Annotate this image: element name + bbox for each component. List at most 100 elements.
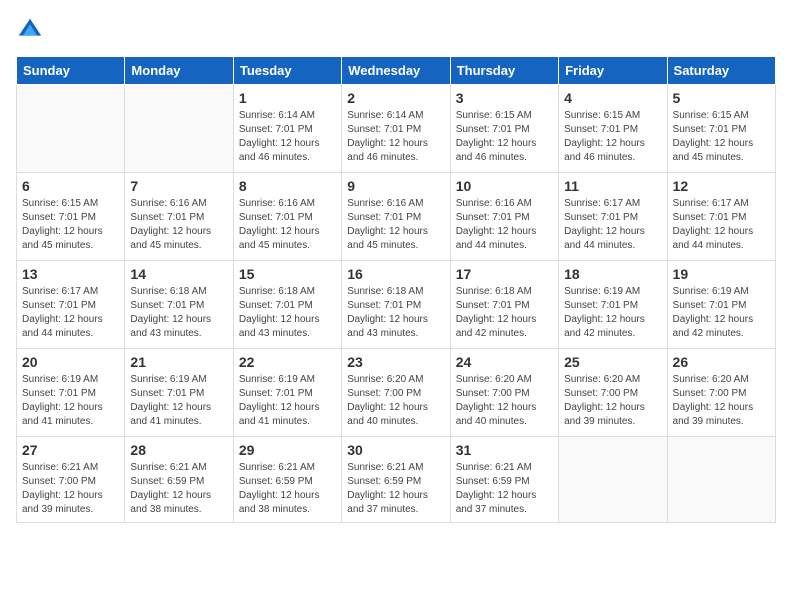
day-number: 13	[22, 266, 119, 282]
day-info: Sunrise: 6:17 AM Sunset: 7:01 PM Dayligh…	[564, 197, 661, 253]
calendar-day-cell: 16 Sunrise: 6:18 AM Sunset: 7:01 PM Dayli…	[342, 261, 450, 349]
day-info: Sunrise: 6:14 AM Sunset: 7:01 PM Dayligh…	[347, 109, 444, 165]
day-info: Sunrise: 6:15 AM Sunset: 7:01 PM Dayligh…	[673, 109, 770, 165]
day-info: Sunrise: 6:15 AM Sunset: 7:01 PM Dayligh…	[564, 109, 661, 165]
calendar-day-cell	[125, 85, 233, 173]
day-info: Sunrise: 6:17 AM Sunset: 7:01 PM Dayligh…	[673, 197, 770, 253]
calendar-day-cell: 8 Sunrise: 6:16 AM Sunset: 7:01 PM Daylig…	[233, 173, 341, 261]
day-number: 23	[347, 354, 444, 370]
day-number: 19	[673, 266, 770, 282]
day-info: Sunrise: 6:21 AM Sunset: 6:59 PM Dayligh…	[239, 461, 336, 517]
calendar-day-cell: 30Sunrise: 6:21 AM Sunset: 6:59 PM Dayli…	[342, 437, 450, 523]
weekday-header: Sunday	[17, 57, 125, 85]
calendar-day-cell: 24 Sunrise: 6:20 AM Sunset: 7:00 PM Dayli…	[450, 349, 558, 437]
logo-icon	[16, 16, 44, 44]
weekday-header: Friday	[559, 57, 667, 85]
day-info: Sunrise: 6:18 AM Sunset: 7:01 PM Dayligh…	[130, 285, 227, 341]
day-number: 29	[239, 442, 336, 458]
calendar-week-row: 13 Sunrise: 6:17 AM Sunset: 7:01 PM Dayli…	[17, 261, 776, 349]
calendar-day-cell: 23 Sunrise: 6:20 AM Sunset: 7:00 PM Dayli…	[342, 349, 450, 437]
day-number: 18	[564, 266, 661, 282]
day-number: 11	[564, 178, 661, 194]
logo	[16, 16, 48, 44]
day-number: 22	[239, 354, 336, 370]
day-info: Sunrise: 6:17 AM Sunset: 7:01 PM Dayligh…	[22, 285, 119, 341]
calendar-day-cell: 18 Sunrise: 6:19 AM Sunset: 7:01 PM Dayli…	[559, 261, 667, 349]
day-number: 21	[130, 354, 227, 370]
day-number: 20	[22, 354, 119, 370]
day-number: 4	[564, 90, 661, 106]
day-number: 28	[130, 442, 227, 458]
calendar-day-cell: 20Sunrise: 6:19 AM Sunset: 7:01 PM Dayli…	[17, 349, 125, 437]
day-info: Sunrise: 6:19 AM Sunset: 7:01 PM Dayligh…	[564, 285, 661, 341]
day-number: 25	[564, 354, 661, 370]
day-number: 12	[673, 178, 770, 194]
calendar-day-cell: 13 Sunrise: 6:17 AM Sunset: 7:01 PM Dayli…	[17, 261, 125, 349]
day-info: Sunrise: 6:21 AM Sunset: 7:00 PM Dayligh…	[22, 461, 119, 517]
day-number: 8	[239, 178, 336, 194]
day-info: Sunrise: 6:16 AM Sunset: 7:01 PM Dayligh…	[456, 197, 553, 253]
calendar-day-cell: 17Sunrise: 6:18 AM Sunset: 7:01 PM Dayli…	[450, 261, 558, 349]
day-number: 30	[347, 442, 444, 458]
calendar-day-cell: 28 Sunrise: 6:21 AM Sunset: 6:59 PM Dayli…	[125, 437, 233, 523]
weekday-header: Monday	[125, 57, 233, 85]
day-number: 14	[130, 266, 227, 282]
calendar-day-cell: 4 Sunrise: 6:15 AM Sunset: 7:01 PM Daylig…	[559, 85, 667, 173]
day-number: 3	[456, 90, 553, 106]
day-info: Sunrise: 6:16 AM Sunset: 7:01 PM Dayligh…	[130, 197, 227, 253]
day-number: 6	[22, 178, 119, 194]
day-number: 5	[673, 90, 770, 106]
calendar-day-cell: 27 Sunrise: 6:21 AM Sunset: 7:00 PM Dayli…	[17, 437, 125, 523]
day-info: Sunrise: 6:19 AM Sunset: 7:01 PM Dayligh…	[130, 373, 227, 429]
calendar-day-cell: 6 Sunrise: 6:15 AM Sunset: 7:01 PM Daylig…	[17, 173, 125, 261]
day-info: Sunrise: 6:20 AM Sunset: 7:00 PM Dayligh…	[673, 373, 770, 429]
calendar-day-cell: 5 Sunrise: 6:15 AM Sunset: 7:01 PM Daylig…	[667, 85, 775, 173]
day-info: Sunrise: 6:19 AM Sunset: 7:01 PM Dayligh…	[673, 285, 770, 341]
calendar-day-cell: 14 Sunrise: 6:18 AM Sunset: 7:01 PM Dayli…	[125, 261, 233, 349]
day-number: 2	[347, 90, 444, 106]
day-info: Sunrise: 6:21 AM Sunset: 6:59 PM Dayligh…	[456, 461, 553, 517]
calendar-day-cell: 7 Sunrise: 6:16 AM Sunset: 7:01 PM Daylig…	[125, 173, 233, 261]
calendar-day-cell: 19 Sunrise: 6:19 AM Sunset: 7:01 PM Dayli…	[667, 261, 775, 349]
day-info: Sunrise: 6:18 AM Sunset: 7:01 PM Dayligh…	[239, 285, 336, 341]
calendar-day-cell: 25Sunrise: 6:20 AM Sunset: 7:00 PM Dayli…	[559, 349, 667, 437]
day-info: Sunrise: 6:21 AM Sunset: 6:59 PM Dayligh…	[130, 461, 227, 517]
calendar-day-cell: 12 Sunrise: 6:17 AM Sunset: 7:01 PM Dayli…	[667, 173, 775, 261]
day-info: Sunrise: 6:19 AM Sunset: 7:01 PM Dayligh…	[239, 373, 336, 429]
calendar-header-row: SundayMondayTuesdayWednesdayThursdayFrid…	[17, 57, 776, 85]
calendar-day-cell	[667, 437, 775, 523]
day-number: 26	[673, 354, 770, 370]
day-number: 10	[456, 178, 553, 194]
calendar-week-row: 27 Sunrise: 6:21 AM Sunset: 7:00 PM Dayli…	[17, 437, 776, 523]
day-number: 16	[347, 266, 444, 282]
day-number: 9	[347, 178, 444, 194]
day-number: 15	[239, 266, 336, 282]
calendar-day-cell: 1Sunrise: 6:14 AM Sunset: 7:01 PM Daylig…	[233, 85, 341, 173]
day-info: Sunrise: 6:15 AM Sunset: 7:01 PM Dayligh…	[456, 109, 553, 165]
calendar-week-row: 6 Sunrise: 6:15 AM Sunset: 7:01 PM Daylig…	[17, 173, 776, 261]
day-info: Sunrise: 6:20 AM Sunset: 7:00 PM Dayligh…	[456, 373, 553, 429]
calendar-day-cell: 2 Sunrise: 6:14 AM Sunset: 7:01 PM Daylig…	[342, 85, 450, 173]
calendar-day-cell: 9Sunrise: 6:16 AM Sunset: 7:01 PM Daylig…	[342, 173, 450, 261]
day-info: Sunrise: 6:18 AM Sunset: 7:01 PM Dayligh…	[456, 285, 553, 341]
day-number: 27	[22, 442, 119, 458]
day-number: 31	[456, 442, 553, 458]
weekday-header: Saturday	[667, 57, 775, 85]
day-info: Sunrise: 6:15 AM Sunset: 7:01 PM Dayligh…	[22, 197, 119, 253]
calendar-table: SundayMondayTuesdayWednesdayThursdayFrid…	[16, 56, 776, 523]
day-info: Sunrise: 6:14 AM Sunset: 7:01 PM Dayligh…	[239, 109, 336, 165]
day-info: Sunrise: 6:16 AM Sunset: 7:01 PM Dayligh…	[239, 197, 336, 253]
day-info: Sunrise: 6:20 AM Sunset: 7:00 PM Dayligh…	[347, 373, 444, 429]
calendar-day-cell: 22 Sunrise: 6:19 AM Sunset: 7:01 PM Dayli…	[233, 349, 341, 437]
day-number: 24	[456, 354, 553, 370]
calendar-day-cell: 10 Sunrise: 6:16 AM Sunset: 7:01 PM Dayli…	[450, 173, 558, 261]
calendar-day-cell: 31 Sunrise: 6:21 AM Sunset: 6:59 PM Dayli…	[450, 437, 558, 523]
calendar-day-cell: 15 Sunrise: 6:18 AM Sunset: 7:01 PM Dayli…	[233, 261, 341, 349]
day-number: 7	[130, 178, 227, 194]
calendar-day-cell	[559, 437, 667, 523]
day-info: Sunrise: 6:18 AM Sunset: 7:01 PM Dayligh…	[347, 285, 444, 341]
weekday-header: Thursday	[450, 57, 558, 85]
calendar-week-row: 20 Sunrise: 6:19 AM Sunset: 7:01 PM Dayli…	[17, 349, 776, 437]
calendar-day-cell: 3 Sunrise: 6:15 AM Sunset: 7:01 PM Daylig…	[450, 85, 558, 173]
weekday-header: Tuesday	[233, 57, 341, 85]
